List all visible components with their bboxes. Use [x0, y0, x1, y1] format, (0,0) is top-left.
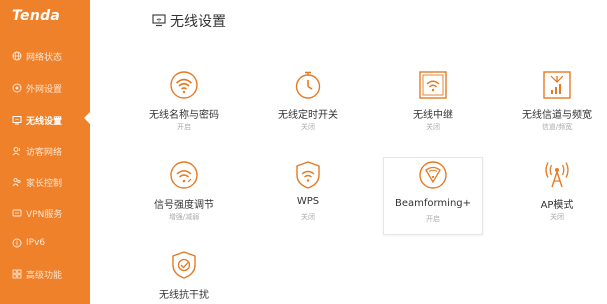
tile-status: 开启: [426, 215, 440, 223]
sidebar-item-label: IPv6: [26, 238, 46, 248]
tile-status: 信道/频宽: [541, 123, 573, 131]
timer-icon: [293, 70, 323, 100]
repeater-icon: [418, 70, 448, 100]
tile-wireless-schedule[interactable]: 无线定时开关 关闭: [258, 70, 358, 148]
tile-name: 无线中继: [413, 110, 453, 121]
tile-status: 关闭: [426, 123, 440, 131]
tile-status: 增强/减弱: [168, 213, 200, 221]
sidebar-item-ipv6[interactable]: IPv6: [0, 231, 90, 255]
parental-icon: [12, 177, 22, 187]
tile-name: 无线名称与密码: [149, 110, 219, 121]
tile-status: 关闭: [550, 213, 564, 221]
signal-bars-icon: [542, 70, 572, 100]
sidebar-item-label: 家长控制: [26, 178, 63, 189]
sidebar-item-guest-network[interactable]: 访客网络: [0, 139, 90, 163]
anti-interference-icon: [169, 250, 199, 280]
tile-name: WPS: [296, 196, 320, 207]
tenda-logo: Tenda: [12, 8, 61, 24]
sidebar-item-wireless-settings[interactable]: 无线设置: [0, 108, 90, 132]
globe-gear-icon: [12, 83, 22, 93]
tile-status: 开启: [177, 123, 191, 131]
sidebar-item-network-status[interactable]: 网络状态: [0, 44, 90, 68]
sidebar-item-vpn-service[interactable]: VPN服务: [0, 201, 90, 225]
sidebar-item-label: 外网设置: [26, 84, 63, 95]
tile-signal-strength[interactable]: 信号强度调节 增强/减弱: [134, 160, 234, 238]
beamforming-icon: [418, 160, 448, 190]
tile-name: AP模式: [540, 200, 574, 211]
sidebar-item-label: 无线设置: [26, 116, 63, 127]
tile-ap-mode[interactable]: AP模式 关闭: [507, 160, 607, 238]
tile-wireless-channel-bandwidth[interactable]: 无线信道与频宽 信道/频宽: [507, 70, 607, 148]
tile-status: 关闭: [301, 213, 315, 221]
tile-name: 无线抗干扰: [159, 290, 209, 301]
globe-icon: [12, 51, 22, 61]
tile-name: 无线信道与频宽: [522, 110, 592, 121]
sidebar: Tenda 网络状态 外网设置 无线设置 访客网络 家长控制 VPN服务 IPv…: [0, 0, 90, 304]
page-header: 无线设置: [90, 0, 607, 44]
tile-status: 关闭: [301, 123, 315, 131]
page-title: 无线设置: [170, 14, 226, 30]
sidebar-item-label: 高级功能: [26, 270, 63, 281]
tile-name: 无线定时开关: [278, 110, 338, 121]
sidebar-item-label: 网络状态: [26, 52, 63, 63]
tile-name: Beamforming+: [394, 198, 472, 209]
sidebar-item-wan-settings[interactable]: 外网设置: [0, 76, 90, 100]
ap-tower-icon: [542, 160, 572, 190]
apps-icon: [12, 269, 22, 279]
sidebar-item-label: VPN服务: [26, 209, 63, 220]
tile-wireless-name-password[interactable]: 无线名称与密码 开启: [134, 70, 234, 148]
wifi-monitor-icon: [152, 12, 166, 31]
tile-beamforming[interactable]: Beamforming+ 开启: [383, 157, 483, 235]
wps-shield-icon: [293, 160, 323, 190]
tile-wireless-repeater[interactable]: 无线中继 关闭: [383, 70, 483, 148]
tile-name: 信号强度调节: [154, 200, 214, 211]
ipv6-icon: [12, 238, 22, 248]
tile-anti-interference[interactable]: 无线抗干扰: [134, 250, 234, 304]
guest-icon: [12, 146, 22, 156]
sidebar-item-parental-control[interactable]: 家长控制: [0, 170, 90, 194]
wifi-icon: [169, 70, 199, 100]
tile-wps[interactable]: WPS 关闭: [258, 160, 358, 238]
wifi-monitor-icon: [12, 115, 22, 125]
signal-strength-icon: [169, 160, 199, 190]
sidebar-item-label: 访客网络: [26, 147, 63, 158]
vpn-icon: [12, 208, 22, 218]
sidebar-item-advanced[interactable]: 高级功能: [0, 262, 90, 286]
